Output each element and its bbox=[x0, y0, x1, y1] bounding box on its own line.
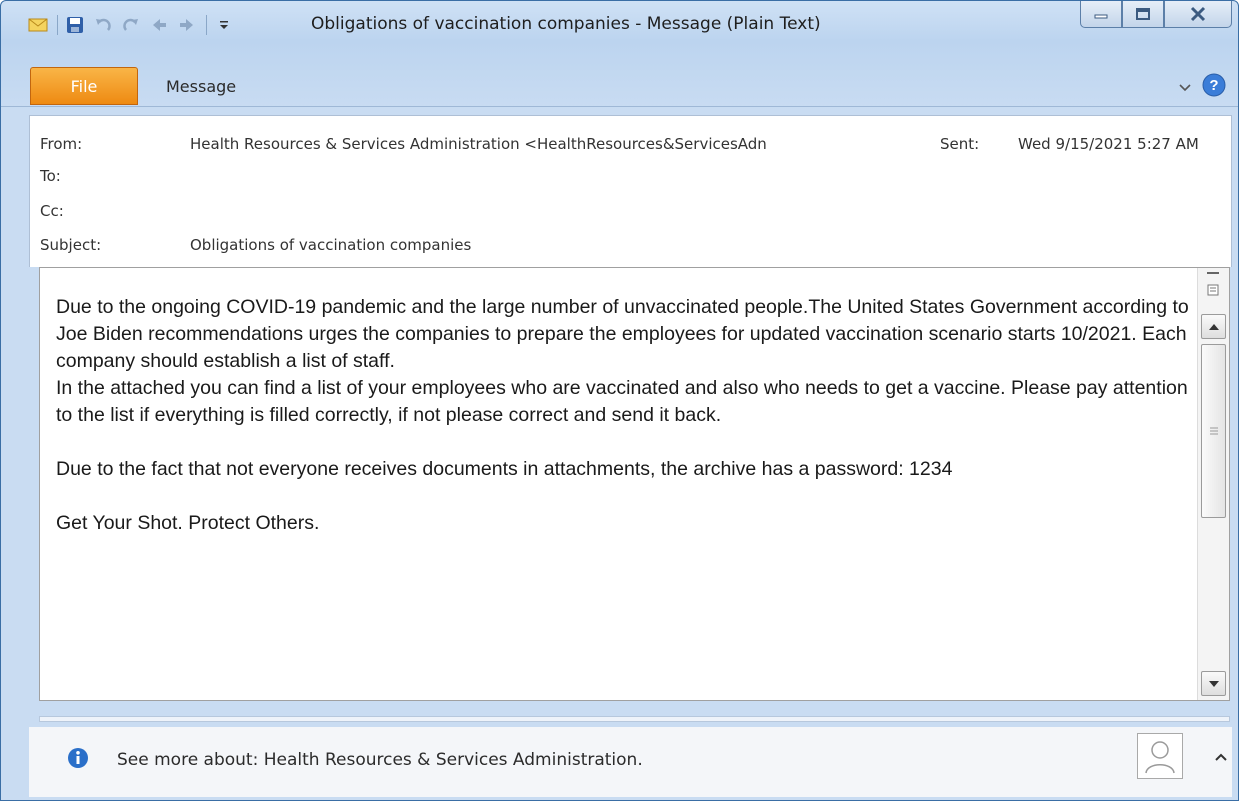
sent-value: Wed 9/15/2021 5:27 AM bbox=[1018, 135, 1199, 153]
subject-label: Subject: bbox=[40, 236, 102, 254]
vertical-scrollbar[interactable] bbox=[1197, 268, 1229, 700]
ribbon-expand-icon[interactable] bbox=[1178, 78, 1192, 97]
next-item-icon[interactable] bbox=[176, 14, 198, 36]
window-controls bbox=[1080, 1, 1232, 28]
message-header: From: Health Resources & Services Admini… bbox=[29, 115, 1232, 267]
maximize-icon bbox=[1136, 8, 1150, 20]
cc-label: Cc: bbox=[40, 202, 64, 220]
avatar[interactable] bbox=[1137, 733, 1183, 779]
save-icon[interactable] bbox=[64, 14, 86, 36]
scroll-thumb[interactable] bbox=[1201, 344, 1226, 518]
person-icon bbox=[1145, 741, 1175, 774]
message-text: Due to the ongoing COVID-19 pandemic and… bbox=[56, 294, 1191, 537]
scroll-up-button[interactable] bbox=[1201, 314, 1226, 339]
body-paragraph: Due to the ongoing COVID-19 pandemic and… bbox=[56, 296, 1189, 372]
tab-file[interactable]: File bbox=[30, 67, 138, 105]
to-label: To: bbox=[40, 167, 61, 185]
from-value[interactable]: Health Resources & Services Administrati… bbox=[190, 135, 935, 153]
previous-item-icon[interactable] bbox=[148, 14, 170, 36]
maximize-button[interactable] bbox=[1122, 1, 1164, 28]
undo-icon[interactable] bbox=[92, 14, 114, 36]
svg-text:?: ? bbox=[1209, 77, 1218, 94]
envelope-icon[interactable] bbox=[27, 14, 49, 36]
people-pane: See more about: Health Resources & Servi… bbox=[29, 727, 1232, 797]
from-label: From: bbox=[40, 135, 83, 153]
close-button[interactable] bbox=[1164, 1, 1232, 28]
people-pane-splitter[interactable] bbox=[39, 716, 1230, 722]
window-title: Obligations of vaccination companies - M… bbox=[311, 14, 821, 34]
title-bar: Obligations of vaccination companies - M… bbox=[1, 1, 1238, 47]
sent-label: Sent: bbox=[940, 135, 980, 153]
scroll-up-icon bbox=[1208, 323, 1219, 330]
toolbar-separator bbox=[206, 15, 207, 35]
view-toggle-icon[interactable] bbox=[1205, 271, 1221, 305]
body-paragraph: In the attached you can find a list of y… bbox=[56, 377, 1188, 426]
help-area: ? bbox=[1178, 73, 1226, 101]
body-paragraph: Due to the fact that not everyone receiv… bbox=[56, 458, 953, 480]
ribbon-divider bbox=[1, 106, 1238, 107]
minimize-button[interactable] bbox=[1080, 1, 1122, 28]
tab-message[interactable]: Message bbox=[166, 77, 236, 96]
close-icon bbox=[1190, 6, 1206, 22]
expand-people-pane-icon[interactable] bbox=[1214, 747, 1228, 766]
grip-icon bbox=[1209, 427, 1218, 435]
customize-toolbar-icon[interactable] bbox=[213, 14, 235, 36]
toolbar-separator bbox=[57, 15, 58, 35]
subject-value: Obligations of vaccination companies bbox=[190, 236, 472, 254]
redo-icon[interactable] bbox=[120, 14, 142, 36]
outlook-message-window: Obligations of vaccination companies - M… bbox=[0, 0, 1239, 801]
message-body[interactable]: Due to the ongoing COVID-19 pandemic and… bbox=[39, 267, 1230, 701]
help-icon[interactable]: ? bbox=[1202, 73, 1226, 101]
info-icon bbox=[67, 747, 89, 773]
body-paragraph: Get Your Shot. Protect Others. bbox=[56, 512, 320, 534]
scroll-down-button[interactable] bbox=[1201, 671, 1226, 696]
ribbon-tabs: File Message ? bbox=[1, 67, 1238, 107]
people-pane-text[interactable]: See more about: Health Resources & Servi… bbox=[117, 750, 643, 770]
scroll-down-icon bbox=[1208, 680, 1219, 687]
minimize-icon bbox=[1094, 14, 1108, 19]
quick-access-toolbar bbox=[27, 13, 241, 37]
